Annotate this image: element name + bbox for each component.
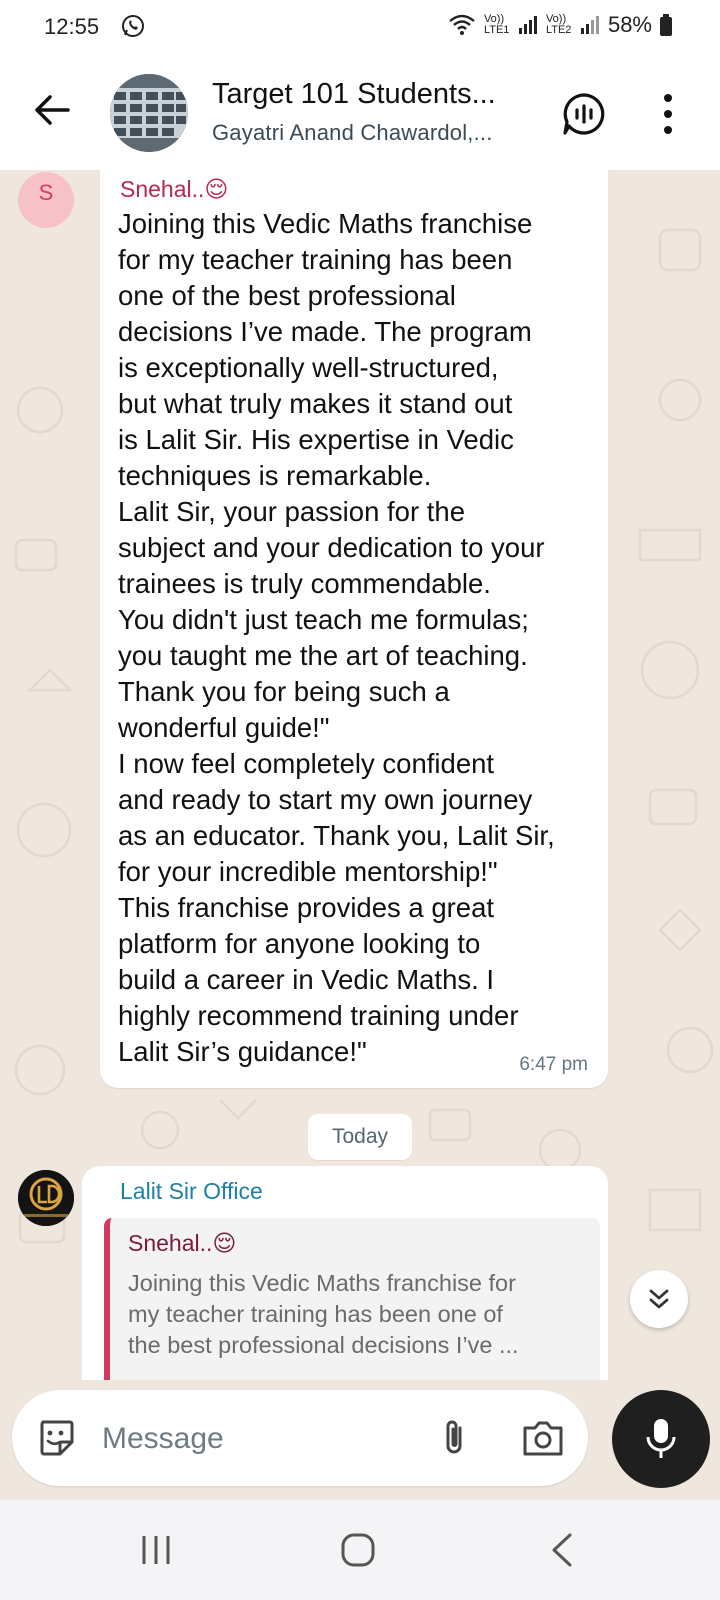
status-time: 12:55 (44, 14, 100, 39)
message-time: 6:47 pm (519, 1054, 588, 1075)
message-sender[interactable]: Snehal..😌 (120, 176, 228, 203)
group-avatar[interactable] (110, 74, 188, 152)
group-photo (110, 74, 188, 152)
reply-message-sender[interactable]: Lalit Sir Office (120, 1178, 263, 1205)
status-icons: Vo)) LTE1 Vo)) LTE2 58% (448, 12, 672, 38)
camera-icon[interactable] (520, 1416, 566, 1460)
chat-area[interactable]: S Snehal..😌 Joining this Vedic Maths fra… (0, 170, 720, 1380)
office-logo (18, 1170, 74, 1226)
office-avatar[interactable] (18, 1170, 74, 1226)
nav-back-icon[interactable] (548, 1532, 576, 1568)
attach-icon[interactable] (432, 1416, 476, 1460)
back-arrow-icon[interactable] (28, 86, 76, 134)
network-label-1: Vo)) LTE1 (483, 13, 510, 36)
reply-message-bubble[interactable]: Lalit Sir Office Snehal..😌 Joining this … (82, 1166, 608, 1380)
group-members[interactable]: Gayatri Anand Chawardol,... (212, 120, 493, 146)
battery-percent: 58% (607, 12, 652, 37)
status-bar: 12:55 Vo)) LTE1 Vo)) LTE2 58% (0, 0, 720, 56)
date-divider: Today (308, 1114, 412, 1160)
network-label-2: Vo)) LTE2 (545, 13, 572, 36)
recents-icon[interactable] (138, 1532, 174, 1568)
signal-icon (518, 16, 537, 34)
mic-icon (646, 1419, 676, 1458)
sender-avatar[interactable]: S (18, 172, 74, 228)
wifi-icon (449, 14, 475, 35)
message-bubble[interactable]: Snehal..😌 Joining this Vedic Maths franc… (100, 170, 608, 1088)
system-nav-bar (0, 1500, 720, 1600)
chevrons-down-icon (649, 1289, 669, 1309)
message-text: Joining this Vedic Maths franchise for m… (118, 208, 555, 1067)
signal-icon (580, 16, 599, 34)
home-icon[interactable] (340, 1532, 376, 1568)
message-input[interactable] (100, 1414, 404, 1464)
battery-icon (660, 14, 672, 36)
voice-chat-icon[interactable] (560, 90, 608, 138)
quoted-text: Joining this Vedic Maths franchise for m… (128, 1270, 519, 1358)
quoted-message[interactable]: Snehal..😌 Joining this Vedic Maths franc… (104, 1218, 600, 1380)
quoted-sender: Snehal..😌 (128, 1230, 237, 1256)
whatsapp-status-icon (122, 15, 144, 37)
chat-header: Target 101 Students... Gayatri Anand Cha… (0, 56, 720, 170)
message-composer (12, 1390, 588, 1486)
voice-record-button[interactable] (612, 1390, 710, 1488)
scroll-to-bottom-button[interactable] (630, 1270, 688, 1328)
group-title[interactable]: Target 101 Students... (212, 78, 496, 111)
more-vert-icon[interactable] (656, 90, 680, 138)
sticker-icon[interactable] (34, 1416, 78, 1460)
